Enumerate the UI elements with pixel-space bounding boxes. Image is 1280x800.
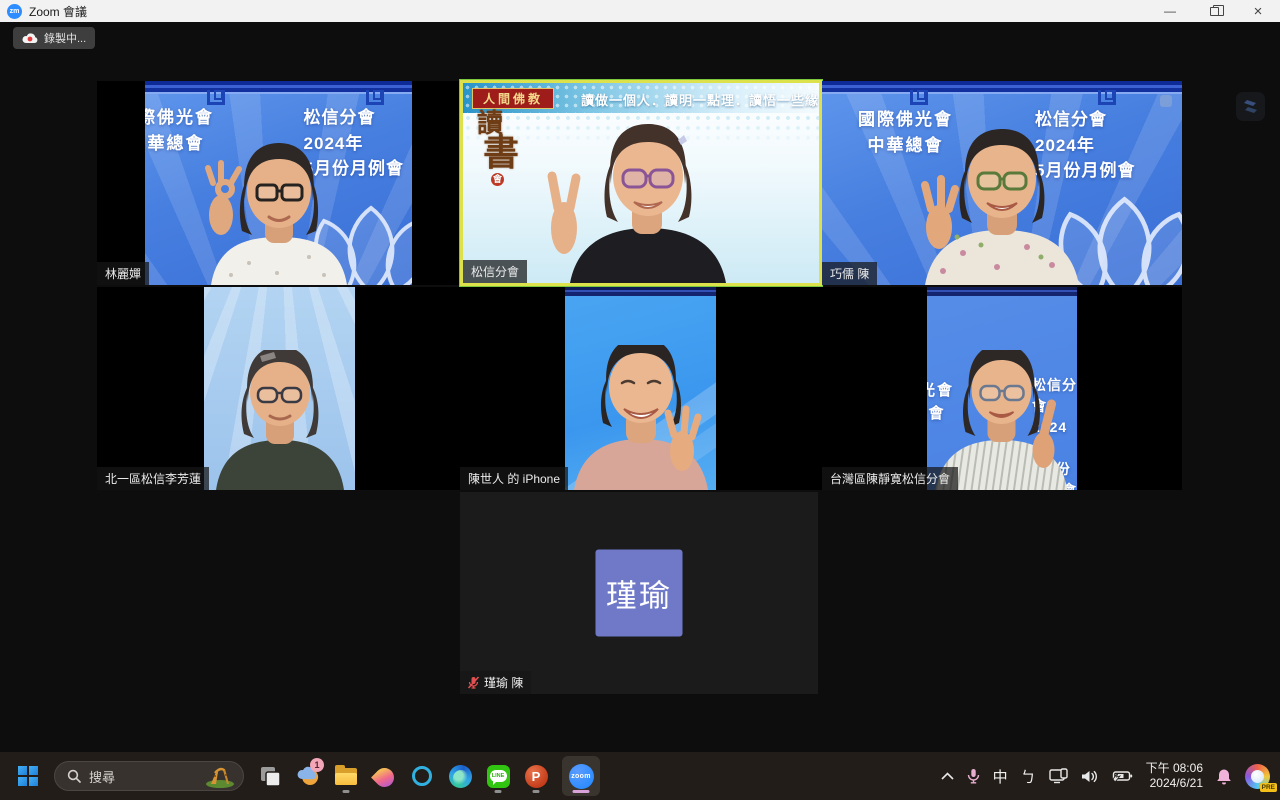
battery-charging-icon [1111,769,1133,783]
participant-name-label: 巧儒 陳 [822,262,877,285]
recording-indicator[interactable]: 錄製中... [13,27,95,49]
participant-name-label: 台灣區陳靜寛松信分會 [822,467,958,490]
bell-icon [1216,768,1232,785]
raised-hand-gesture [925,179,955,249]
video-tile-participant-1[interactable]: 國際佛光會 中華總會 松信分會 2024年 5月份月例會 [97,81,460,285]
line-icon: LINE [487,765,510,788]
participant-name-label: 林麗嬋 [97,262,149,285]
copilot-button[interactable]: PRE [1245,764,1270,789]
tray-cast-device[interactable] [1049,768,1068,784]
participant-name-label: 陳世人 的 iPhone [460,467,568,490]
widgets-button[interactable]: 1 [296,756,320,796]
background-top-bar [927,287,1077,296]
video-tile-participant-7[interactable]: 瑾瑜 瑾瑜 陳 [460,492,818,694]
participant-video-person [528,118,768,283]
chevron-up-icon [941,772,954,780]
restore-button[interactable] [1192,0,1236,22]
tray-battery-charging[interactable] [1111,769,1133,783]
search-box[interactable]: 搜尋 [54,761,244,791]
clock-time: 下午 08:06 [1146,761,1203,776]
video-tile-participant-5[interactable]: 陳世人 的 iPhone [460,287,822,490]
window-title: Zoom 會議 [29,3,87,20]
close-button[interactable]: × [1236,0,1280,22]
minimize-button[interactable]: — [1148,0,1192,22]
widgets-notification-badge: 1 [310,758,324,772]
tray-ime-language[interactable]: 中 [993,766,1008,787]
background-top-bar [565,287,716,296]
powerpoint-icon: P [525,765,548,788]
banner-tagline: 讀做一個人．讀明一點理．讀悟一些緣：讀懂一顆心 [581,90,819,109]
speaker-icon [1081,769,1098,784]
avatar: 瑾瑜 [596,550,683,637]
recording-label: 錄製中... [44,30,86,46]
zoom-meeting-window: zm Zoom 會議 — × 錄製中... [0,0,1280,800]
layout-overlay-button[interactable] [1236,92,1265,121]
copilot-preview-badge: PRE [1260,783,1277,792]
windows-taskbar: 搜尋 1 [0,752,1280,800]
zoom-app-icon: zm [7,4,22,19]
avatar-initials: 瑾瑜 [606,571,672,616]
paint-app-button[interactable] [372,756,396,796]
calligraphy-text: 讀 書 會 [477,111,519,186]
alexa-button[interactable] [410,756,434,796]
search-icon [67,769,81,783]
zoom-app-button[interactable]: zoom [562,756,600,796]
red-seal: 會 [491,173,504,186]
participant-video-person [877,125,1127,285]
reading-club-banner: 人間佛教 讀做一個人．讀明一點理．讀悟一些緣：讀懂一顆心 [463,83,819,113]
participant-video-person [565,345,716,490]
tray-chevron-up[interactable] [941,772,954,780]
edge-icon [449,765,472,788]
tray-ime-mode[interactable]: ㄅ [1021,766,1036,787]
windows-logo-icon [18,766,39,787]
search-highlight-giraffe-image [203,764,237,788]
mic-muted-icon [468,676,479,689]
task-view-icon [260,766,281,787]
folder-icon [335,768,357,785]
search-placeholder: 搜尋 [89,767,195,786]
participant-name-label: 松信分會 [463,260,527,283]
zoom-icon: zoom [569,764,594,789]
participant-name-label: 北一區松信李芳蓮 [97,467,209,490]
start-button[interactable] [16,756,40,796]
participant-name-label: 瑾瑜 陳 [460,671,531,694]
line-app-button[interactable]: LINE [486,756,510,796]
alexa-ring-icon [412,766,432,786]
video-tile-active-speaker[interactable]: 人間佛教 讀做一個人．讀明一點理．讀悟一些緣：讀懂一顆心 讀 書 會 [460,80,822,286]
paint-drop-icon [371,764,398,791]
v-sign-hand-gesture [551,176,577,254]
window-titlebar: zm Zoom 會議 — × [0,0,1280,22]
clock-date: 2024/6/21 [1146,776,1203,791]
cloud-recording-icon [22,32,38,44]
powerpoint-button[interactable]: P [524,756,548,796]
file-explorer-button[interactable] [334,756,358,796]
tray-clock[interactable]: 下午 08:06 2024/6/21 [1146,761,1203,791]
network-indicator-icon [1160,95,1172,107]
cast-display-icon [1049,768,1068,784]
layout-s-icon [1242,98,1259,115]
task-view-button[interactable] [258,756,282,796]
tray-microphone-in-use[interactable] [967,768,980,784]
participant-video-person [169,135,389,285]
banner-brand: 人間佛教 [472,88,554,109]
tray-volume[interactable] [1081,769,1098,784]
video-tile-participant-4[interactable]: 北一區松信李芳蓮 [97,287,460,490]
video-tile-participant-3[interactable]: 國際佛光會 中華總會 松信分會 2024年 5月份月例會 [822,81,1182,285]
restore-icon [1210,7,1219,16]
participant-video-person [204,350,355,490]
video-tile-participant-6[interactable]: 國際佛光會 中華總會 松信分會 2024年 5月份月例會 [822,287,1182,490]
microphone-icon [967,768,980,784]
edge-button[interactable] [448,756,472,796]
ok-hand-gesture [208,163,239,235]
notification-bell-button[interactable] [1216,768,1232,785]
